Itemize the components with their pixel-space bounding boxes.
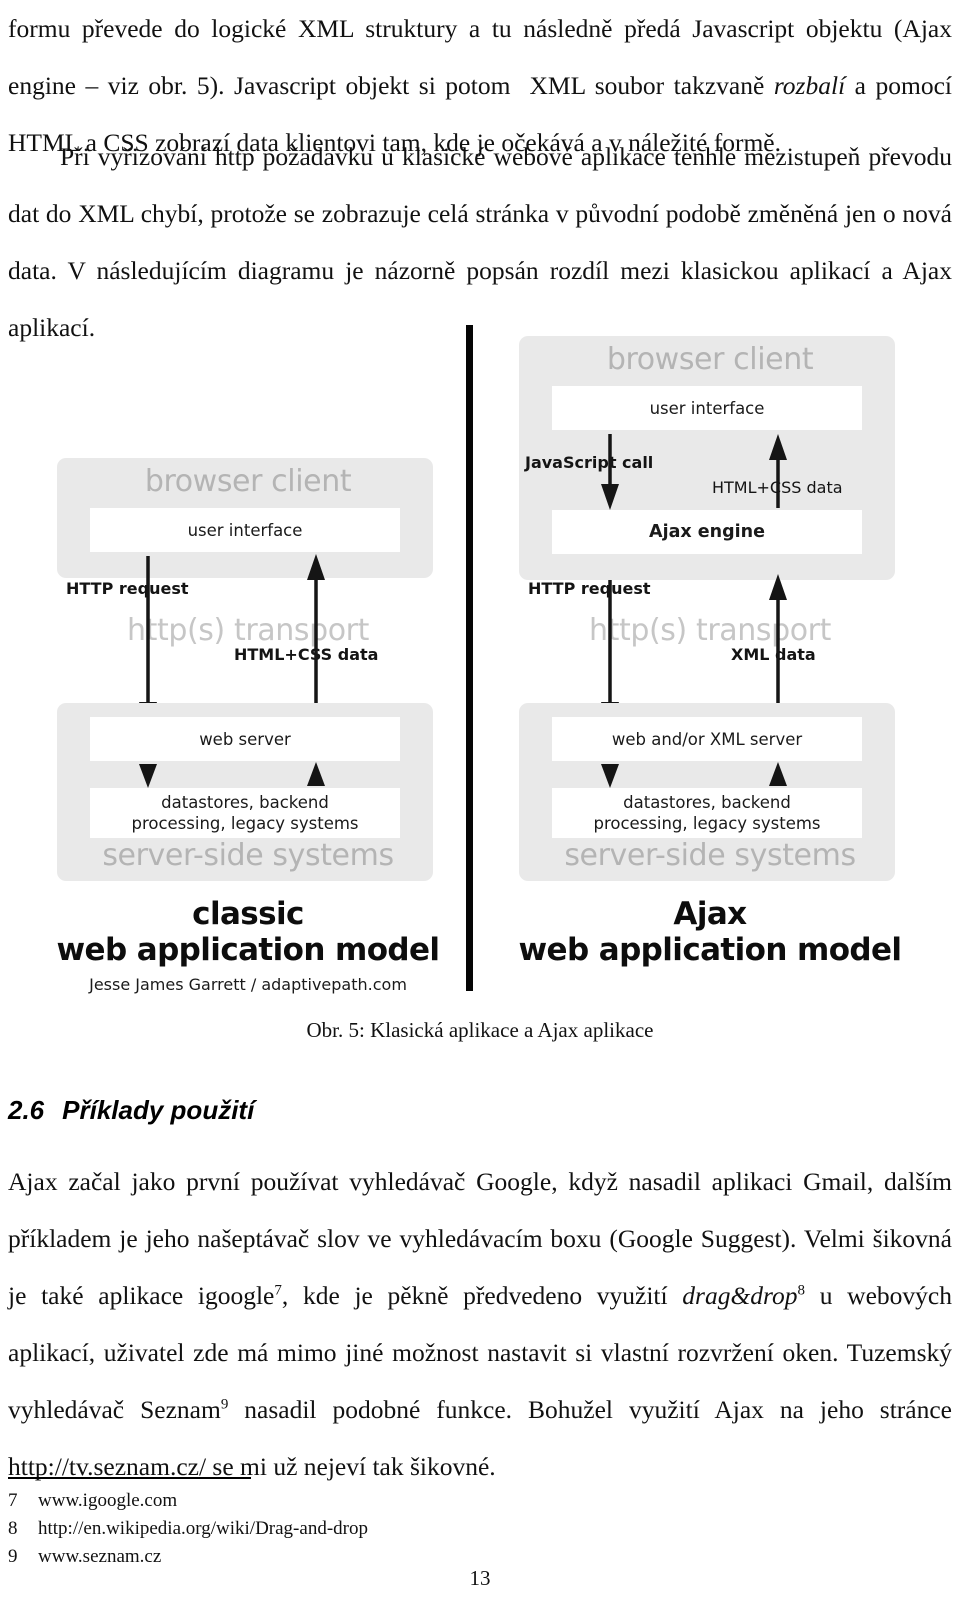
emphasis-rozbali: rozbalí [773,71,846,100]
ajax-caption-line1: Ajax [673,896,747,932]
footnote-number: 7 [8,1490,18,1511]
footnote-text: http://en.wikipedia.org/wiki/Drag-and-dr… [38,1518,368,1539]
section-title: Příklady použití [62,1095,255,1125]
classic-caption-line2: web application model [56,932,441,968]
classic-credit: Jesse James Garrett / adaptivepath.com [89,975,407,994]
ajax-caption-line2: web application model [518,932,903,968]
classic-model-caption: classic web application model [38,896,458,968]
section-number: 2.6 [8,1095,45,1125]
footnote-ref-8: 8 [797,1282,806,1299]
emphasis-dragdrop: drag&drop [682,1281,798,1310]
footnote-separator-rule [8,1477,251,1479]
classic-model-diagram: browser client user interface http(s) tr… [38,318,458,1008]
footnote-number: 8 [8,1518,18,1539]
page-number: 13 [469,1566,491,1590]
footnote-text: www.igoogle.com [38,1490,178,1511]
document-page: formu převede do logické XML struktury a… [0,0,960,1606]
footnote-item: 8 http://en.wikipedia.org/wiki/Drag-and-d… [8,1515,608,1543]
figure-ajax-vs-classic: browser client user interface http(s) tr… [0,318,960,1008]
ajax-model-caption: Ajax web application model [500,896,920,968]
section-heading: 2.6 Příklady použití [8,1095,254,1126]
ajax-model-diagram: browser client user interface Ajax engin… [500,318,920,1008]
footnote-ref-7: 7 [274,1282,282,1299]
paragraph-3: Ajax začal jako první používat vyhledáva… [8,1167,952,1481]
classic-caption-line1: classic [192,896,304,932]
footnote-ref-9: 9 [220,1396,229,1413]
footnote-item: 7 www.igoogle.com [8,1487,608,1515]
figure-divider [466,325,473,991]
footnote-list: 7 www.igoogle.com 8 http://en.wikipedia.or… [8,1487,608,1571]
figure-caption: Obr. 5: Klasická aplikace a Ajax aplikac… [306,1018,654,1042]
